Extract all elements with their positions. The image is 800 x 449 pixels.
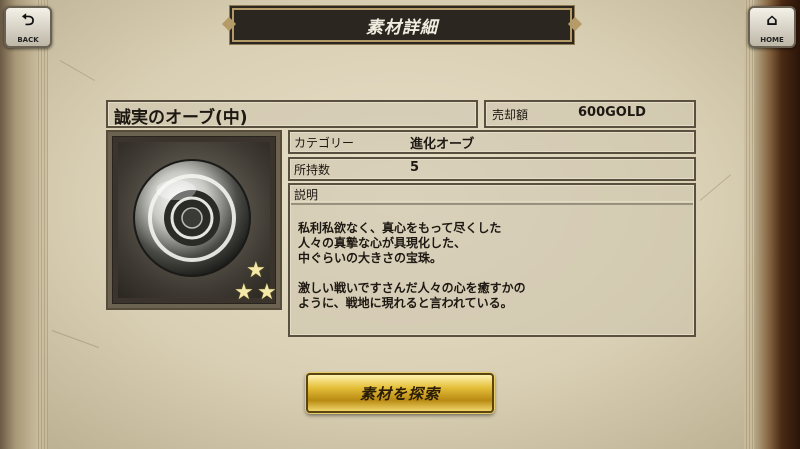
- back-button[interactable]: ⮌ BACK: [4, 6, 52, 48]
- paper-crack: [51, 330, 100, 349]
- sell-price-label: 売却額: [492, 108, 529, 122]
- paper-crack: [59, 60, 95, 81]
- home-button[interactable]: ⌂ HOME: [748, 6, 796, 48]
- page-title: 素材詳細: [366, 17, 438, 38]
- owned-value: 5: [410, 160, 420, 175]
- description-line: ように、戦地に現れると言われている。: [298, 296, 513, 310]
- item-image-frame: ★ ★ ★: [106, 130, 282, 310]
- sell-price-value: 600GOLD: [578, 105, 646, 120]
- paper-crack: [699, 174, 731, 201]
- search-material-label: 素材を探索: [359, 384, 440, 403]
- page-edge-left: [38, 0, 48, 449]
- owned-count-row: 所持数 5: [288, 157, 696, 181]
- category-value: 進化オーブ: [410, 137, 475, 152]
- category-row: カテゴリー 進化オーブ: [288, 130, 696, 154]
- book-background: ⮌ BACK ⌂ HOME 素材詳細 誠実のオーブ(中) 売却額 600GOLD: [0, 0, 800, 449]
- home-label: HOME: [760, 36, 784, 44]
- back-label: BACK: [17, 36, 39, 44]
- title-banner: 素材詳細: [232, 8, 572, 42]
- book-spine-left: [0, 0, 38, 449]
- description-line: 中ぐらいの大きさの宝珠。: [298, 251, 443, 265]
- owned-label: 所持数: [294, 163, 331, 177]
- page-edge-right: [744, 0, 754, 449]
- item-name: 誠実のオーブ(中): [114, 108, 248, 128]
- book-cover-right: [754, 0, 800, 449]
- back-arrow-icon: ⮌: [21, 10, 35, 29]
- search-material-button[interactable]: 素材を探索: [306, 373, 494, 413]
- rarity-star-icon: ★: [234, 280, 254, 305]
- rarity-star-icon: ★: [257, 280, 277, 305]
- sell-price-panel: 売却額 600GOLD: [484, 100, 696, 128]
- category-label: カテゴリー: [294, 136, 355, 150]
- description-panel: 私利私欲なく、真心をもって尽くした 人々の真摯な心が具現化した、 中ぐらいの大き…: [288, 201, 696, 337]
- home-icon: ⌂: [766, 10, 778, 29]
- item-name-panel: 誠実のオーブ(中): [106, 100, 478, 128]
